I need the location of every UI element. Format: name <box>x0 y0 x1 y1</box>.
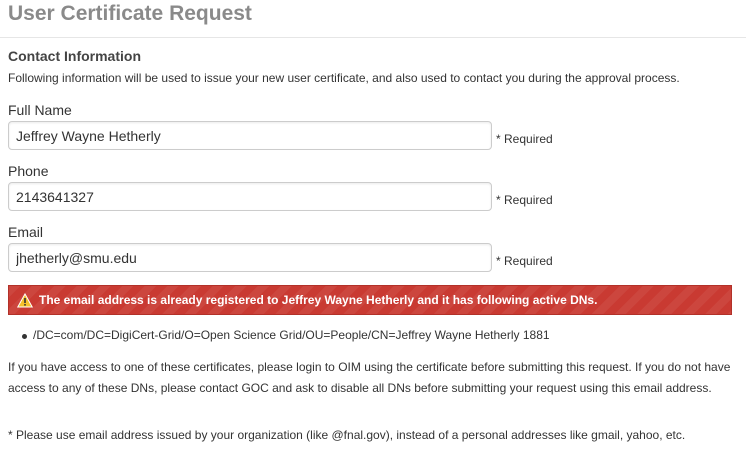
email-label: Email <box>8 224 44 240</box>
list-item: /DC=com/DC=DigiCert-Grid/O=Open Science … <box>8 328 550 342</box>
alert-message: The email address is already registered … <box>39 293 598 307</box>
phone-required-note: * Required <box>496 193 553 207</box>
info-paragraph: If you have access to one of these certi… <box>8 360 731 395</box>
phone-input[interactable] <box>8 182 492 211</box>
phone-label: Phone <box>8 163 49 179</box>
section-heading: Contact Information <box>8 48 141 64</box>
dn-list: /DC=com/DC=DigiCert-Grid/O=Open Science … <box>8 328 550 342</box>
full-name-input[interactable] <box>8 121 492 150</box>
section-description: Following information will be used to is… <box>8 71 680 85</box>
title-divider <box>0 37 746 38</box>
full-name-label: Full Name <box>8 102 72 118</box>
warning-icon <box>17 292 33 307</box>
dn-text: /DC=com/DC=DigiCert-Grid/O=Open Science … <box>33 328 550 342</box>
full-name-required-note: * Required <box>496 132 553 146</box>
email-input[interactable] <box>8 243 492 272</box>
email-footnote: * Please use email address issued by you… <box>8 428 686 442</box>
page-title: User Certificate Request <box>8 2 252 25</box>
email-required-note: * Required <box>496 254 553 268</box>
email-registered-alert: The email address is already registered … <box>8 285 732 315</box>
bullet-icon <box>22 334 27 339</box>
